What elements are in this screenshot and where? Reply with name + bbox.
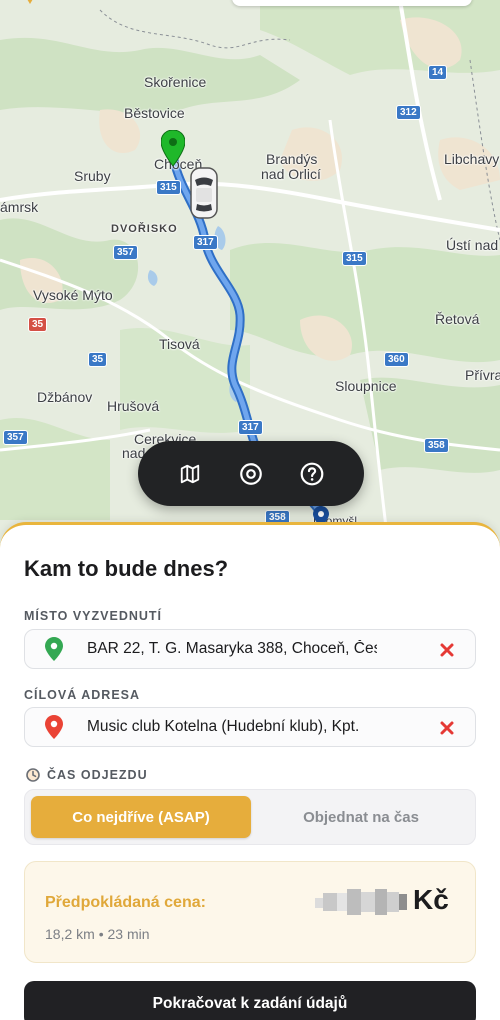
car-icon (190, 167, 218, 219)
destination-pin-icon (45, 715, 63, 739)
destination-label: CÍLOVÁ ADRESA (24, 688, 141, 702)
locate-me-button[interactable] (233, 456, 269, 492)
map-view[interactable]: Skořenice Běstovice Choceň Sruby Brandýs… (0, 0, 500, 560)
continue-button[interactable]: Pokračovat k zadání údajů (24, 981, 476, 1020)
place-label: Sloupnice (335, 378, 397, 394)
place-label: Hrušová (107, 398, 160, 414)
road-shield: 315 (156, 180, 181, 195)
road-shield: 35 (88, 352, 108, 367)
asap-option[interactable]: Co nejdříve (ASAP) (31, 796, 251, 838)
pickup-field[interactable]: BAR 22, T. G. Masaryka 388, Choceň, Česk… (24, 629, 476, 669)
pickup-marker-icon[interactable] (161, 130, 185, 166)
place-label: DVOŘISKO (111, 223, 178, 235)
clear-pickup-icon[interactable] (439, 642, 455, 658)
place-label: Vysoké Mýto (33, 287, 113, 303)
pickup-pin-icon (45, 637, 63, 661)
place-label: Libchavy (444, 151, 500, 167)
place-label: nad Orlicí (261, 166, 321, 182)
price-currency: Kč (413, 884, 449, 915)
place-label: Běstovice (124, 105, 185, 121)
clipped-pin-icon (27, 0, 33, 4)
price-value-blurred (315, 889, 407, 915)
road-shield: 358 (424, 438, 449, 453)
help-button[interactable] (294, 456, 330, 492)
map-icon (181, 464, 200, 483)
booking-sheet: Kam to bude dnes? MÍSTO VYZVEDNUTÍ BAR 2… (0, 522, 500, 1020)
place-label: Tisová (159, 336, 200, 352)
road-shield: 357 (113, 245, 138, 260)
locate-icon (240, 462, 262, 485)
road-shield: 315 (342, 251, 367, 266)
place-label: Přívra (465, 367, 500, 383)
time-label: ČAS ODJEZDU (47, 768, 148, 782)
pickup-input[interactable]: BAR 22, T. G. Masaryka 388, Choceň, Česk… (87, 640, 377, 658)
place-label: Řetová (435, 311, 480, 327)
road-shield: 14 (428, 65, 448, 80)
road-shield: 312 (396, 105, 421, 120)
departure-time-toggle: Co nejdříve (ASAP) Objednat na čas (24, 789, 476, 845)
route-distance-duration: 18,2 km • 23 min (45, 926, 150, 942)
place-label: ámrsk (0, 199, 39, 215)
destination-input[interactable]: Music club Kotelna (Hudební klub), Kpt. (87, 718, 377, 736)
pickup-label: MÍSTO VYZVEDNUTÍ (24, 609, 163, 623)
destination-field[interactable]: Music club Kotelna (Hudební klub), Kpt. (24, 707, 476, 747)
place-label: Skořenice (144, 74, 207, 90)
map-layers-button[interactable] (172, 456, 208, 492)
place-label: Ústí nad (446, 237, 499, 253)
help-icon (300, 462, 324, 485)
clear-destination-icon[interactable] (439, 720, 455, 736)
schedule-option[interactable]: Objednat na čas (251, 796, 471, 838)
road-shield: 317 (238, 420, 263, 435)
place-label: Sruby (74, 168, 111, 184)
price-estimate-card: Předpokládaná cena: Kč 18,2 km • 23 min (24, 861, 476, 963)
road-shield: 360 (384, 352, 409, 367)
map-toolbar (138, 441, 364, 506)
place-label: Džbánov (37, 389, 93, 405)
place-label: Brandýs (266, 151, 318, 167)
road-shield: 357 (3, 430, 28, 445)
road-shield: 317 (193, 235, 218, 250)
time-section-header: ČAS ODJEZDU (26, 768, 148, 782)
price-label: Předpokládaná cena: (45, 894, 206, 911)
clipped-search-bar[interactable] (232, 0, 472, 6)
sheet-title: Kam to bude dnes? (24, 556, 229, 581)
clock-icon (26, 768, 40, 782)
road-shield: 35 (28, 317, 48, 332)
